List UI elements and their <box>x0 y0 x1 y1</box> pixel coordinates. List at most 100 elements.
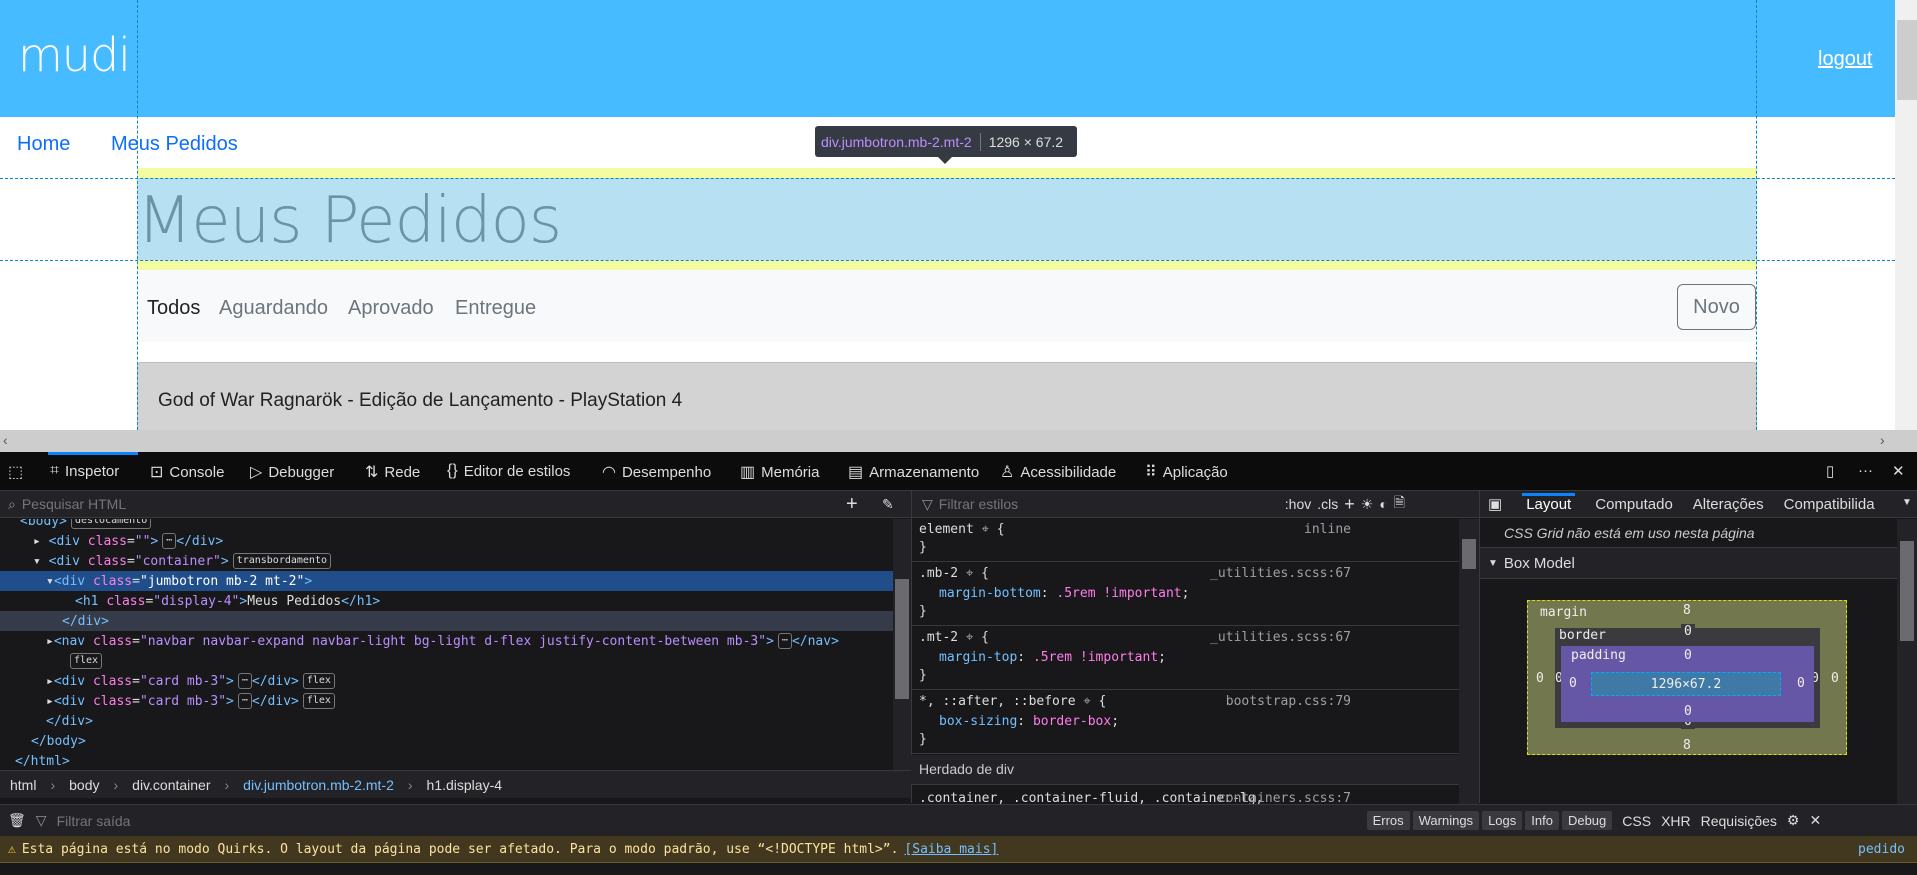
close-console-icon[interactable]: ✕ <box>1809 812 1821 829</box>
tree-node-div-empty[interactable]: ▸ <div class = "" > ⋯ </div> <box>0 531 893 551</box>
filter-output-input[interactable] <box>56 812 1357 829</box>
rule-source[interactable]: _utilities.scss:67 <box>1210 566 1351 581</box>
filter-styles-input[interactable] <box>938 496 1279 512</box>
rule-source[interactable]: _utilities.scss:67 <box>1210 630 1351 645</box>
padding-top-value[interactable]: 0 <box>1684 648 1692 663</box>
dark-scheme-icon[interactable]: ◐ <box>1379 496 1387 512</box>
padding-left-value[interactable]: 0 <box>1569 676 1577 691</box>
tab-aplicacao[interactable]: ⠿ Aplicação <box>1145 462 1228 482</box>
tab-debugger[interactable]: ▷ Debugger <box>250 462 334 482</box>
breadcrumb-item-selected[interactable]: div.jumbotron.mb-2.mt-2 <box>243 777 394 793</box>
console-settings-icon[interactable]: ⚙ <box>1787 812 1800 829</box>
trash-icon[interactable]: 🗑 <box>8 812 26 829</box>
tabs-overflow-icon[interactable]: ▼ <box>1902 497 1912 508</box>
node-icon[interactable]: ⌖ <box>1083 694 1090 709</box>
flex-badge[interactable]: flex <box>302 673 335 689</box>
cls-toggle[interactable]: .cls <box>1317 496 1338 512</box>
horizontal-scrollbar[interactable]: ‹ › <box>0 430 1917 452</box>
property-value[interactable]: border-box <box>1033 714 1111 729</box>
rule-selector[interactable]: *, ::after, ::before <box>919 694 1076 709</box>
tree-node-body[interactable]: <body> deslocamento <box>0 519 893 531</box>
hov-toggle[interactable]: :hov <box>1285 496 1311 512</box>
light-scheme-icon[interactable]: ☀ <box>1361 496 1374 513</box>
filter-errors-button[interactable]: Erros <box>1366 811 1410 830</box>
property-value[interactable]: .5rem !important <box>1056 586 1181 601</box>
tree-node-body-close[interactable]: </body> <box>0 731 893 751</box>
close-devtools-icon[interactable]: ✕ <box>1892 462 1905 480</box>
filter-entregue[interactable]: Entregue <box>455 297 536 320</box>
tree-node-nav[interactable]: ▸ <nav class = "navbar navbar-expand navbar… <box>0 631 893 651</box>
layout-scrollbar[interactable] <box>1897 519 1917 804</box>
tab-memoria[interactable]: ▥ Memória <box>740 462 819 482</box>
tab-editor-estilos[interactable]: {} Editor de estilos <box>447 462 570 480</box>
tree-node-h1[interactable]: <h1 class = "display-4" > Meus Pedidos </h1> <box>0 591 893 611</box>
node-icon[interactable]: ⌖ <box>966 630 973 645</box>
tree-node-container-close[interactable]: </div> <box>0 711 893 731</box>
box-model-content[interactable]: 1296×67.2 <box>1591 672 1781 696</box>
tree-node-card-2[interactable]: ▸ <div class = "card mb-3" > ⋯ </div> flex <box>0 691 893 711</box>
breadcrumb-item[interactable]: h1.display-4 <box>427 777 503 793</box>
property-name[interactable]: margin-top <box>939 650 1017 665</box>
pick-element-icon[interactable]: ⬚ <box>8 462 23 482</box>
more-options-icon[interactable]: ··· <box>1858 462 1873 479</box>
border-top-value[interactable]: 0 <box>1681 624 1695 639</box>
breadcrumb-item[interactable]: body <box>69 777 99 793</box>
padding-bottom-value[interactable]: 0 <box>1684 704 1692 719</box>
node-icon[interactable]: ⌖ <box>966 566 973 581</box>
rule-selector[interactable]: .mb-2 <box>919 566 958 581</box>
tab-inspetor[interactable]: ⌗ Inspetor <box>50 462 119 480</box>
overflow-badge[interactable]: transbordamento <box>232 553 331 569</box>
margin-bottom-value[interactable]: 8 <box>1683 738 1691 753</box>
tree-node-card-1[interactable]: ▸ <div class = "card mb-3" > ⋯ </div> flex <box>0 671 893 691</box>
toggle-sidebar-icon[interactable]: ▣ <box>1488 495 1502 513</box>
rule-source[interactable]: bootstrap.css:79 <box>1226 694 1351 709</box>
nav-meus-pedidos-link[interactable]: Meus Pedidos <box>111 133 238 156</box>
flex-badge[interactable]: flex <box>70 653 103 669</box>
filter-aguardando[interactable]: Aguardando <box>219 297 328 320</box>
tab-computado[interactable]: Computado <box>1595 496 1673 513</box>
tab-desempenho[interactable]: ◠ Desempenho <box>602 462 711 482</box>
novo-button[interactable]: Novo <box>1677 284 1756 330</box>
tree-node-html-close[interactable]: </html> <box>0 751 893 770</box>
filter-css-button[interactable]: CSS <box>1622 813 1651 829</box>
scroll-left-icon[interactable]: ‹ <box>3 432 8 448</box>
breadcrumb-item[interactable]: div.container <box>132 777 210 793</box>
filter-xhr-button[interactable]: XHR <box>1661 813 1691 829</box>
margin-left-value[interactable]: 0 <box>1536 671 1544 686</box>
search-html-input[interactable] <box>21 496 822 512</box>
filter-todos[interactable]: Todos <box>147 297 200 320</box>
node-icon[interactable]: ⌖ <box>982 522 989 537</box>
rule-selector[interactable]: element <box>919 522 974 537</box>
vertical-scrollbar-thumb[interactable] <box>1897 20 1917 100</box>
add-rule-icon[interactable]: + <box>1344 494 1355 515</box>
filter-aprovado[interactable]: Aprovado <box>348 297 434 320</box>
tab-acessibilidade[interactable]: ♙ Acessibilidade <box>1000 462 1116 482</box>
tab-layout[interactable]: Layout <box>1522 492 1576 513</box>
filter-debug-button[interactable]: Debug <box>1561 811 1613 830</box>
tab-armazenamento[interactable]: ▤ Armazenamento <box>848 462 979 482</box>
property-value[interactable]: .5rem !important <box>1033 650 1158 665</box>
property-name[interactable]: margin-bottom <box>939 586 1041 601</box>
margin-right-value[interactable]: 0 <box>1831 671 1839 686</box>
flex-badge[interactable]: flex <box>302 693 335 709</box>
message-source-link[interactable]: pedido <box>1858 842 1905 857</box>
box-model-header[interactable]: ▼ Box Model <box>1480 547 1897 579</box>
tree-node-div-close[interactable]: </div> <box>0 611 893 631</box>
rules-scrollbar[interactable] <box>1459 519 1479 804</box>
print-media-icon[interactable]: 🗎 <box>1394 492 1405 516</box>
filter-requests-button[interactable]: Requisições <box>1701 813 1777 829</box>
tab-compatibilidade[interactable]: Compatibilida <box>1784 496 1884 513</box>
logout-link[interactable]: logout <box>1818 48 1873 71</box>
tab-rede[interactable]: ⇅ Rede <box>365 462 420 482</box>
eyedropper-icon[interactable]: ✎ <box>882 496 894 513</box>
rule-selector[interactable]: .mt-2 <box>919 630 958 645</box>
tab-alteracoes[interactable]: Alterações <box>1693 496 1764 513</box>
rule-source[interactable]: inline <box>1304 522 1351 537</box>
markup-scrollbar[interactable] <box>893 519 911 770</box>
tree-node-div-container[interactable]: ▾ <div class = "container" > transbordamento <box>0 551 893 571</box>
tab-console[interactable]: ⊡ Console <box>150 462 224 482</box>
add-node-icon[interactable]: + <box>846 493 858 516</box>
breadcrumb-item[interactable]: html <box>10 777 36 793</box>
brand-logo[interactable]: mudi <box>18 28 131 82</box>
learn-more-link[interactable]: [Saiba mais] <box>904 842 998 857</box>
